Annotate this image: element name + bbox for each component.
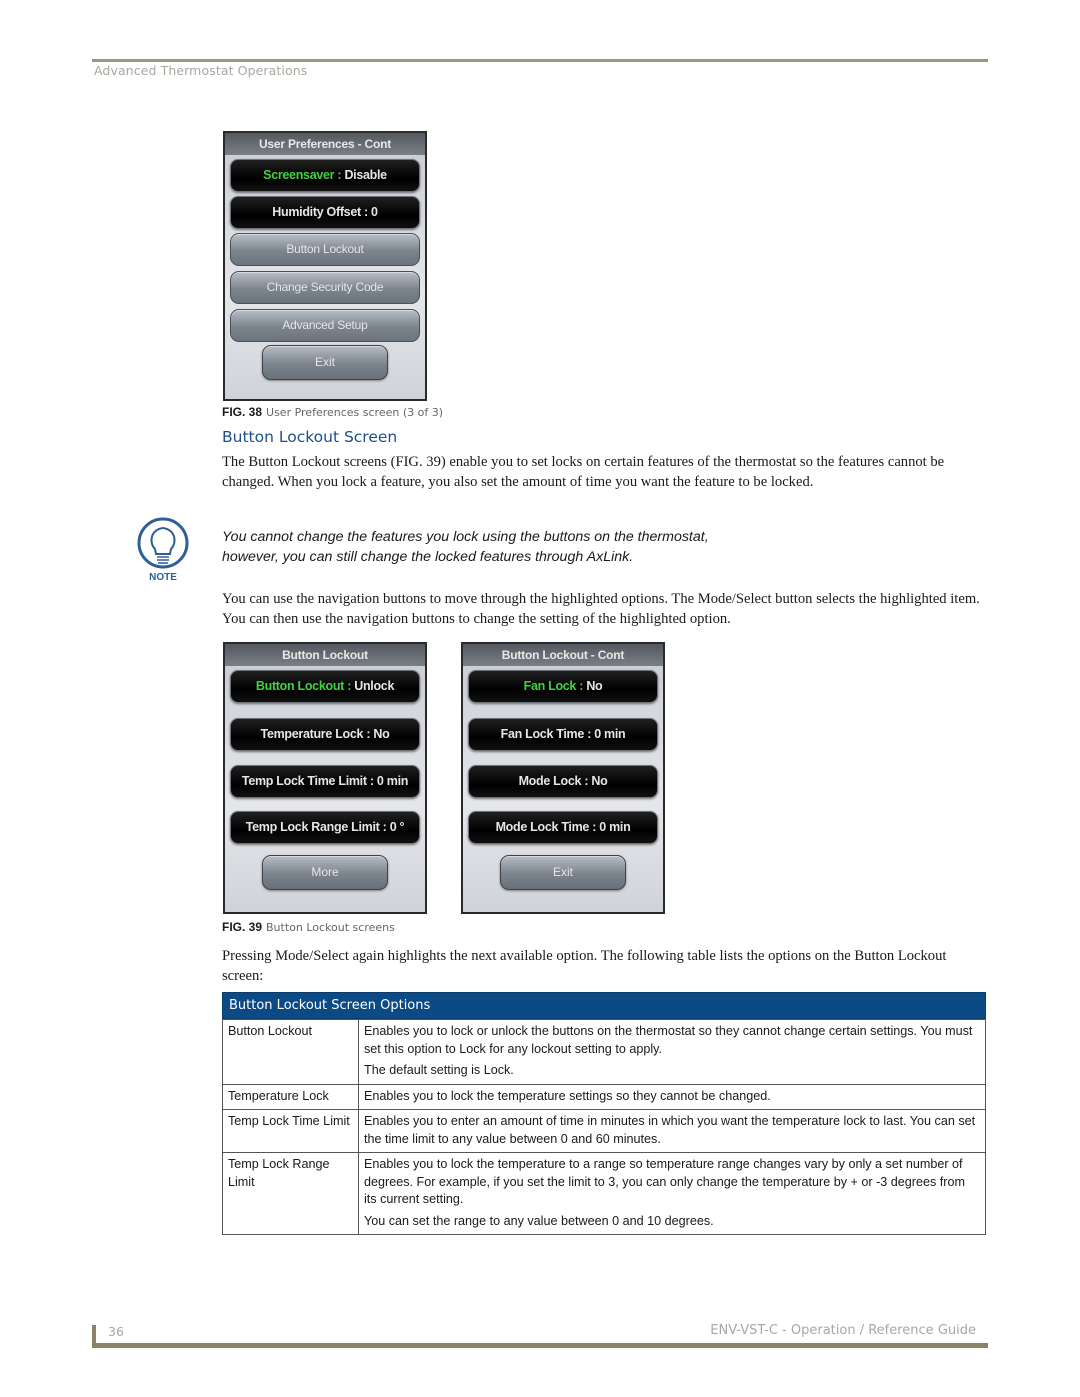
button-lockout-option[interactable]: Button Lockout : Unlock bbox=[230, 670, 420, 703]
figure-number: FIG. 39 bbox=[222, 920, 263, 934]
fig39-caption: FIG. 39 Button Lockout screens bbox=[222, 920, 395, 934]
screensaver-option[interactable]: Screensaver : Disable bbox=[230, 159, 420, 192]
option-value: Unlock bbox=[354, 679, 395, 693]
table-row: Temp Lock Range Limit Enables you to loc… bbox=[222, 1152, 986, 1235]
page-number: 36 bbox=[108, 1324, 124, 1339]
option-label: Button Lockout bbox=[255, 679, 345, 693]
table-intro-paragraph: Pressing Mode/Select again highlights th… bbox=[222, 948, 947, 984]
table-title: Button Lockout Screen Options bbox=[222, 992, 986, 1019]
exit-button[interactable]: Exit bbox=[500, 855, 626, 890]
table-row: Temperature Lock Enables you to lock the… bbox=[222, 1083, 986, 1110]
figure-title: User Preferences screen (3 of 3) bbox=[266, 406, 444, 419]
more-button[interactable]: More bbox=[262, 855, 388, 890]
option-description: Enables you to lock or unlock the button… bbox=[358, 1019, 986, 1085]
figure-title: Button Lockout screens bbox=[266, 921, 395, 934]
option-value: No bbox=[586, 679, 603, 693]
intro-paragraph: The Button Lockout screens (FIG. 39) ena… bbox=[222, 454, 945, 490]
running-head: Advanced Thermostat Operations bbox=[94, 63, 308, 78]
option-name: Button Lockout bbox=[222, 1019, 359, 1085]
mode-lock-option[interactable]: Mode Lock : No bbox=[468, 765, 658, 798]
figure-number: FIG. 38 bbox=[222, 405, 263, 419]
temperature-lock-option[interactable]: Temperature Lock : No bbox=[230, 718, 420, 751]
guide-title: ENV-VST-C - Operation / Reference Guide bbox=[710, 1323, 976, 1338]
option-description: Enables you to lock the temperature sett… bbox=[358, 1083, 986, 1110]
button-lockout-screen: Button Lockout Button Lockout : Unlock T… bbox=[223, 642, 427, 914]
note-text: You cannot change the features you lock … bbox=[222, 529, 709, 565]
option-value: Disable bbox=[344, 168, 387, 182]
option-name: Temp Lock Range Limit bbox=[222, 1152, 359, 1235]
screen-title: Button Lockout bbox=[225, 644, 425, 666]
option-description: Enables you to enter an amount of time i… bbox=[358, 1109, 986, 1153]
temp-lock-time-limit-option[interactable]: Temp Lock Time Limit : 0 min bbox=[230, 765, 420, 798]
lightbulb-icon bbox=[137, 517, 189, 569]
humidity-offset-option[interactable]: Humidity Offset : 0 bbox=[230, 196, 420, 229]
fan-lock-time-option[interactable]: Fan Lock Time : 0 min bbox=[468, 718, 658, 751]
note-callout: NOTE bbox=[137, 516, 189, 586]
temp-lock-range-limit-option[interactable]: Temp Lock Range Limit : 0 ° bbox=[230, 811, 420, 844]
option-description: Enables you to lock the temperature to a… bbox=[358, 1152, 986, 1235]
button-lockout-button[interactable]: Button Lockout bbox=[230, 233, 420, 266]
exit-button[interactable]: Exit bbox=[262, 345, 388, 380]
footer-rule bbox=[92, 1343, 988, 1348]
button-lockout-cont-screen: Button Lockout - Cont Fan Lock : No Fan … bbox=[461, 642, 665, 914]
option-label: Fan Lock bbox=[523, 679, 577, 693]
user-preferences-screen: User Preferences - Cont Screensaver : Di… bbox=[223, 131, 427, 401]
fan-lock-option[interactable]: Fan Lock : No bbox=[468, 670, 658, 703]
screen-title: Button Lockout - Cont bbox=[463, 644, 663, 666]
option-name: Temp Lock Time Limit bbox=[222, 1109, 359, 1153]
change-security-code-button[interactable]: Change Security Code bbox=[230, 271, 420, 304]
header-rule bbox=[92, 59, 988, 62]
table-row: Button Lockout Enables you to lock or un… bbox=[222, 1019, 986, 1085]
mode-lock-time-option[interactable]: Mode Lock Time : 0 min bbox=[468, 811, 658, 844]
table-row: Temp Lock Time Limit Enables you to ente… bbox=[222, 1109, 986, 1153]
note-label: NOTE bbox=[149, 572, 177, 583]
fig38-caption: FIG. 38 User Preferences screen (3 of 3) bbox=[222, 405, 443, 419]
options-table: Button Lockout Screen Options Button Loc… bbox=[222, 992, 986, 1235]
option-name: Temperature Lock bbox=[222, 1083, 359, 1110]
option-label: Screensaver bbox=[263, 168, 335, 182]
screen-title: User Preferences - Cont bbox=[225, 133, 425, 155]
navigation-paragraph: You can use the navigation buttons to mo… bbox=[222, 591, 980, 627]
advanced-setup-button[interactable]: Advanced Setup bbox=[230, 309, 420, 342]
section-heading: Button Lockout Screen bbox=[222, 428, 398, 446]
